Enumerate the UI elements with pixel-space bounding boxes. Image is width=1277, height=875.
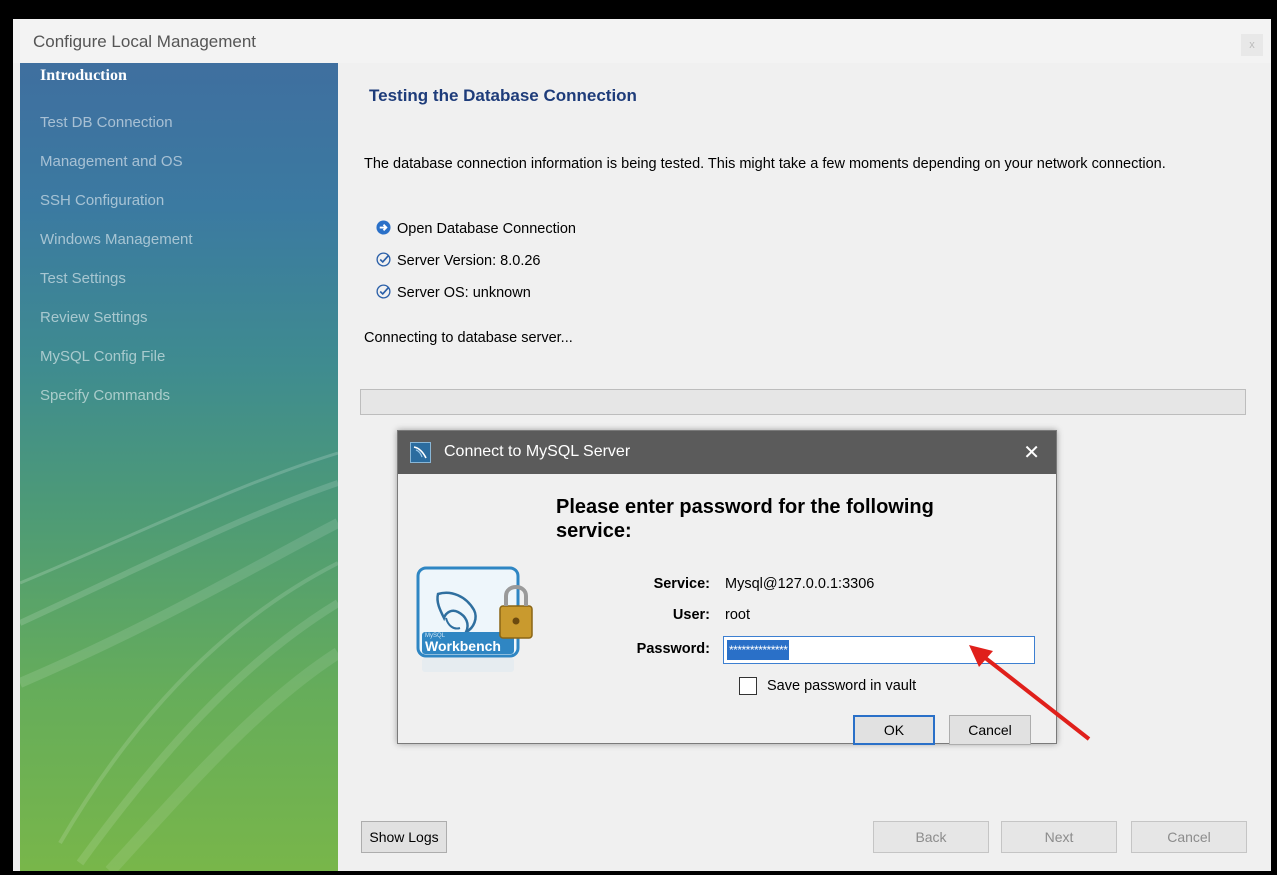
workbench-app-icon (410, 442, 431, 463)
step-server-version: Server Version: 8.0.26 (376, 252, 540, 269)
sidebar-item-mysql-config-file[interactable]: MySQL Config File (40, 348, 165, 365)
next-button[interactable]: Next (1001, 821, 1117, 853)
sidebar-item-ssh-configuration[interactable]: SSH Configuration (40, 192, 164, 209)
sidebar-item-management-and-os[interactable]: Management and OS (40, 153, 183, 170)
window-title: Configure Local Management (33, 32, 257, 51)
configure-local-management-window: Configure Local Management x Introductio… (13, 19, 1271, 871)
logo-product: Workbench (425, 638, 501, 654)
user-label: User: (672, 607, 710, 623)
sidebar-item-windows-management[interactable]: Windows Management (40, 231, 193, 248)
ok-button[interactable]: OK (853, 715, 935, 745)
arrow-right-circle-icon (376, 220, 391, 235)
sidebar-item-introduction[interactable]: Introduction (40, 67, 127, 85)
window-close-button[interactable]: x (1241, 34, 1263, 56)
cancel-button[interactable]: Cancel (1131, 821, 1247, 853)
connection-status: Connecting to database server... (364, 330, 573, 346)
check-circle-icon (376, 284, 391, 299)
dialog-close-icon[interactable]: ✕ (1023, 440, 1040, 465)
page-title: Testing the Database Connection (369, 86, 637, 105)
window-titlebar: Configure Local Management x (13, 19, 1271, 63)
save-password-checkbox[interactable] (739, 677, 757, 695)
step-label: Server Version: 8.0.26 (397, 253, 541, 269)
step-server-os: Server OS: unknown (376, 284, 531, 301)
step-label: Open Database Connection (397, 221, 576, 237)
service-label: Service: (653, 576, 710, 592)
user-value: root (725, 607, 750, 623)
wizard-sidebar: Introduction Test DB Connection Manageme… (20, 63, 338, 871)
dialog-titlebar: Connect to MySQL Server ✕ (398, 431, 1056, 474)
progress-bar (360, 389, 1246, 415)
back-button[interactable]: Back (873, 821, 989, 853)
sidebar-item-specify-commands[interactable]: Specify Commands (40, 387, 170, 404)
sidebar-decoration (20, 451, 338, 871)
connect-to-mysql-dialog: Connect to MySQL Server ✕ MySQL Workbenc… (397, 430, 1057, 745)
sidebar-item-review-settings[interactable]: Review Settings (40, 309, 148, 326)
dialog-heading: Please enter password for the following … (556, 496, 934, 542)
page-description: The database connection information is b… (364, 156, 1166, 172)
password-label: Password: (636, 641, 710, 657)
check-circle-icon (376, 252, 391, 267)
password-value: ************** (727, 640, 790, 660)
annotation-arrow-icon (969, 645, 1091, 741)
dialog-title: Connect to MySQL Server (444, 443, 631, 460)
mysql-workbench-logo: MySQL Workbench (416, 566, 533, 672)
step-open-database-connection: Open Database Connection (376, 220, 576, 237)
show-logs-button[interactable]: Show Logs (361, 821, 447, 853)
step-label: Server OS: unknown (397, 285, 531, 301)
service-value: Mysql@127.0.0.1:3306 (725, 576, 875, 592)
sidebar-item-test-db-connection[interactable]: Test DB Connection (40, 114, 173, 131)
save-password-label[interactable]: Save password in vault (767, 678, 916, 694)
sidebar-item-test-settings[interactable]: Test Settings (40, 270, 126, 287)
